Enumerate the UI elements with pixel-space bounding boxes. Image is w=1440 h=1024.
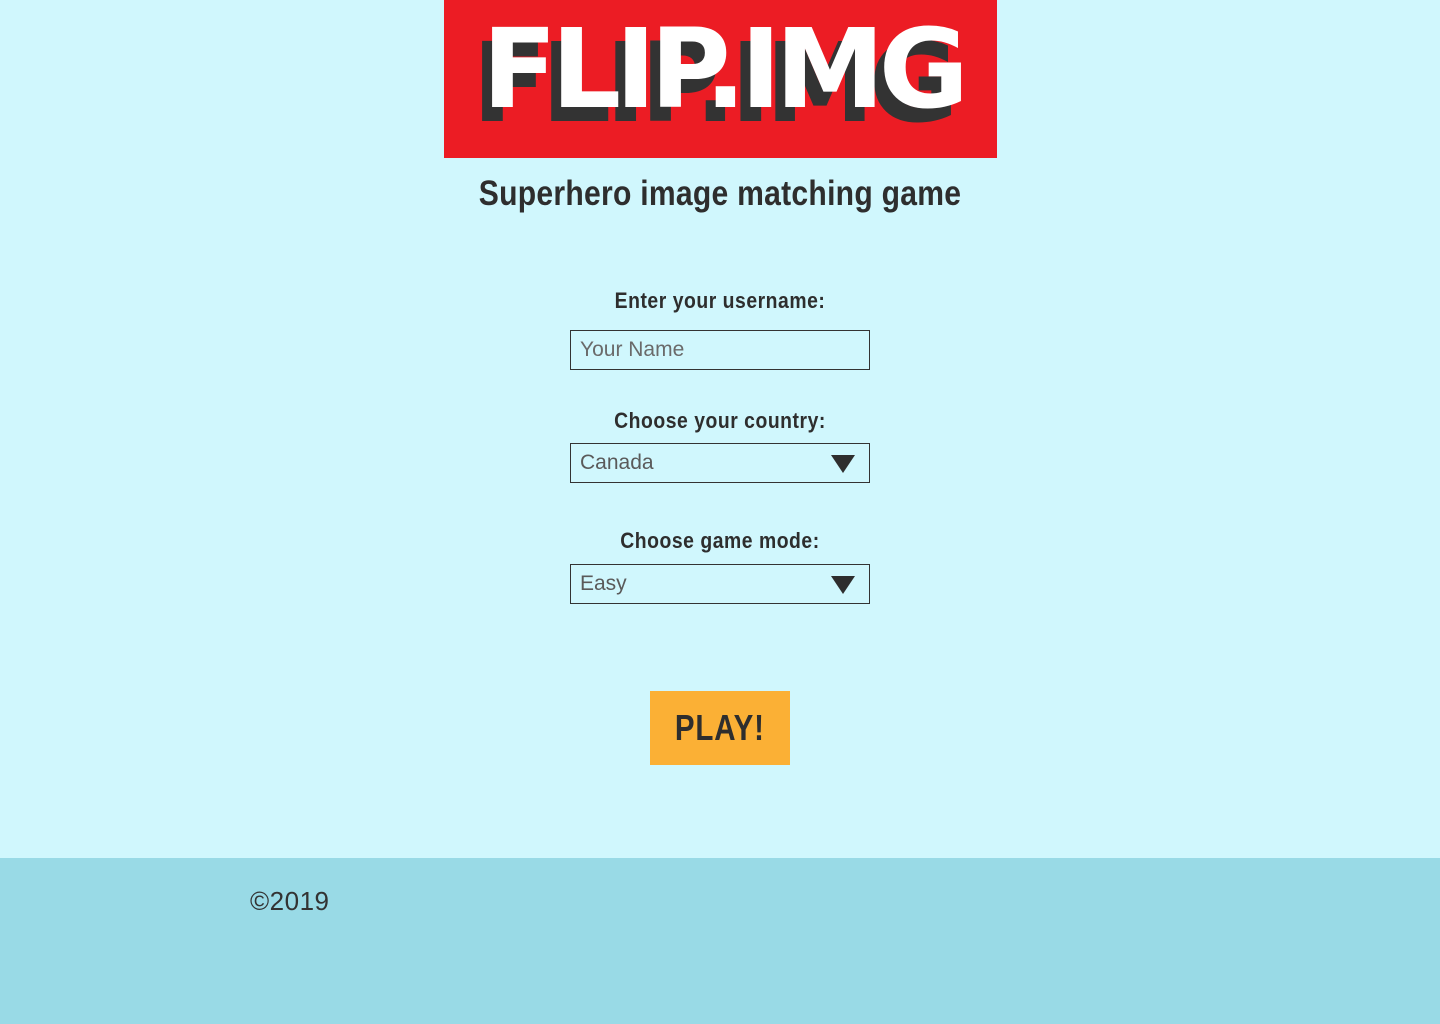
game-mode-label: Choose game mode: <box>620 528 820 553</box>
caret-down-icon <box>831 576 855 594</box>
country-label: Choose your country: <box>614 408 826 433</box>
footer: ©2019 <box>0 858 1440 1024</box>
country-select-value: Canada <box>580 451 654 474</box>
username-label: Enter your username: <box>614 288 826 313</box>
logo: FLIP.IMG FLIP.IMG <box>444 0 997 158</box>
country-select[interactable]: Canada <box>570 443 870 483</box>
tagline: Superhero image matching game <box>478 174 962 213</box>
caret-down-icon <box>831 455 855 473</box>
play-button[interactable]: PLAY! <box>650 691 790 765</box>
copyright-text: ©2019 <box>250 886 330 916</box>
game-mode-select[interactable]: Easy <box>570 564 870 604</box>
username-input[interactable] <box>571 331 870 369</box>
logo-text: FLIP.IMG <box>481 5 969 133</box>
play-button-label: PLAY! <box>675 707 765 748</box>
main-section: FLIP.IMG FLIP.IMG Superhero image matchi… <box>0 0 1440 858</box>
username-field-wrapper <box>570 330 870 370</box>
game-mode-select-value: Easy <box>580 572 627 595</box>
